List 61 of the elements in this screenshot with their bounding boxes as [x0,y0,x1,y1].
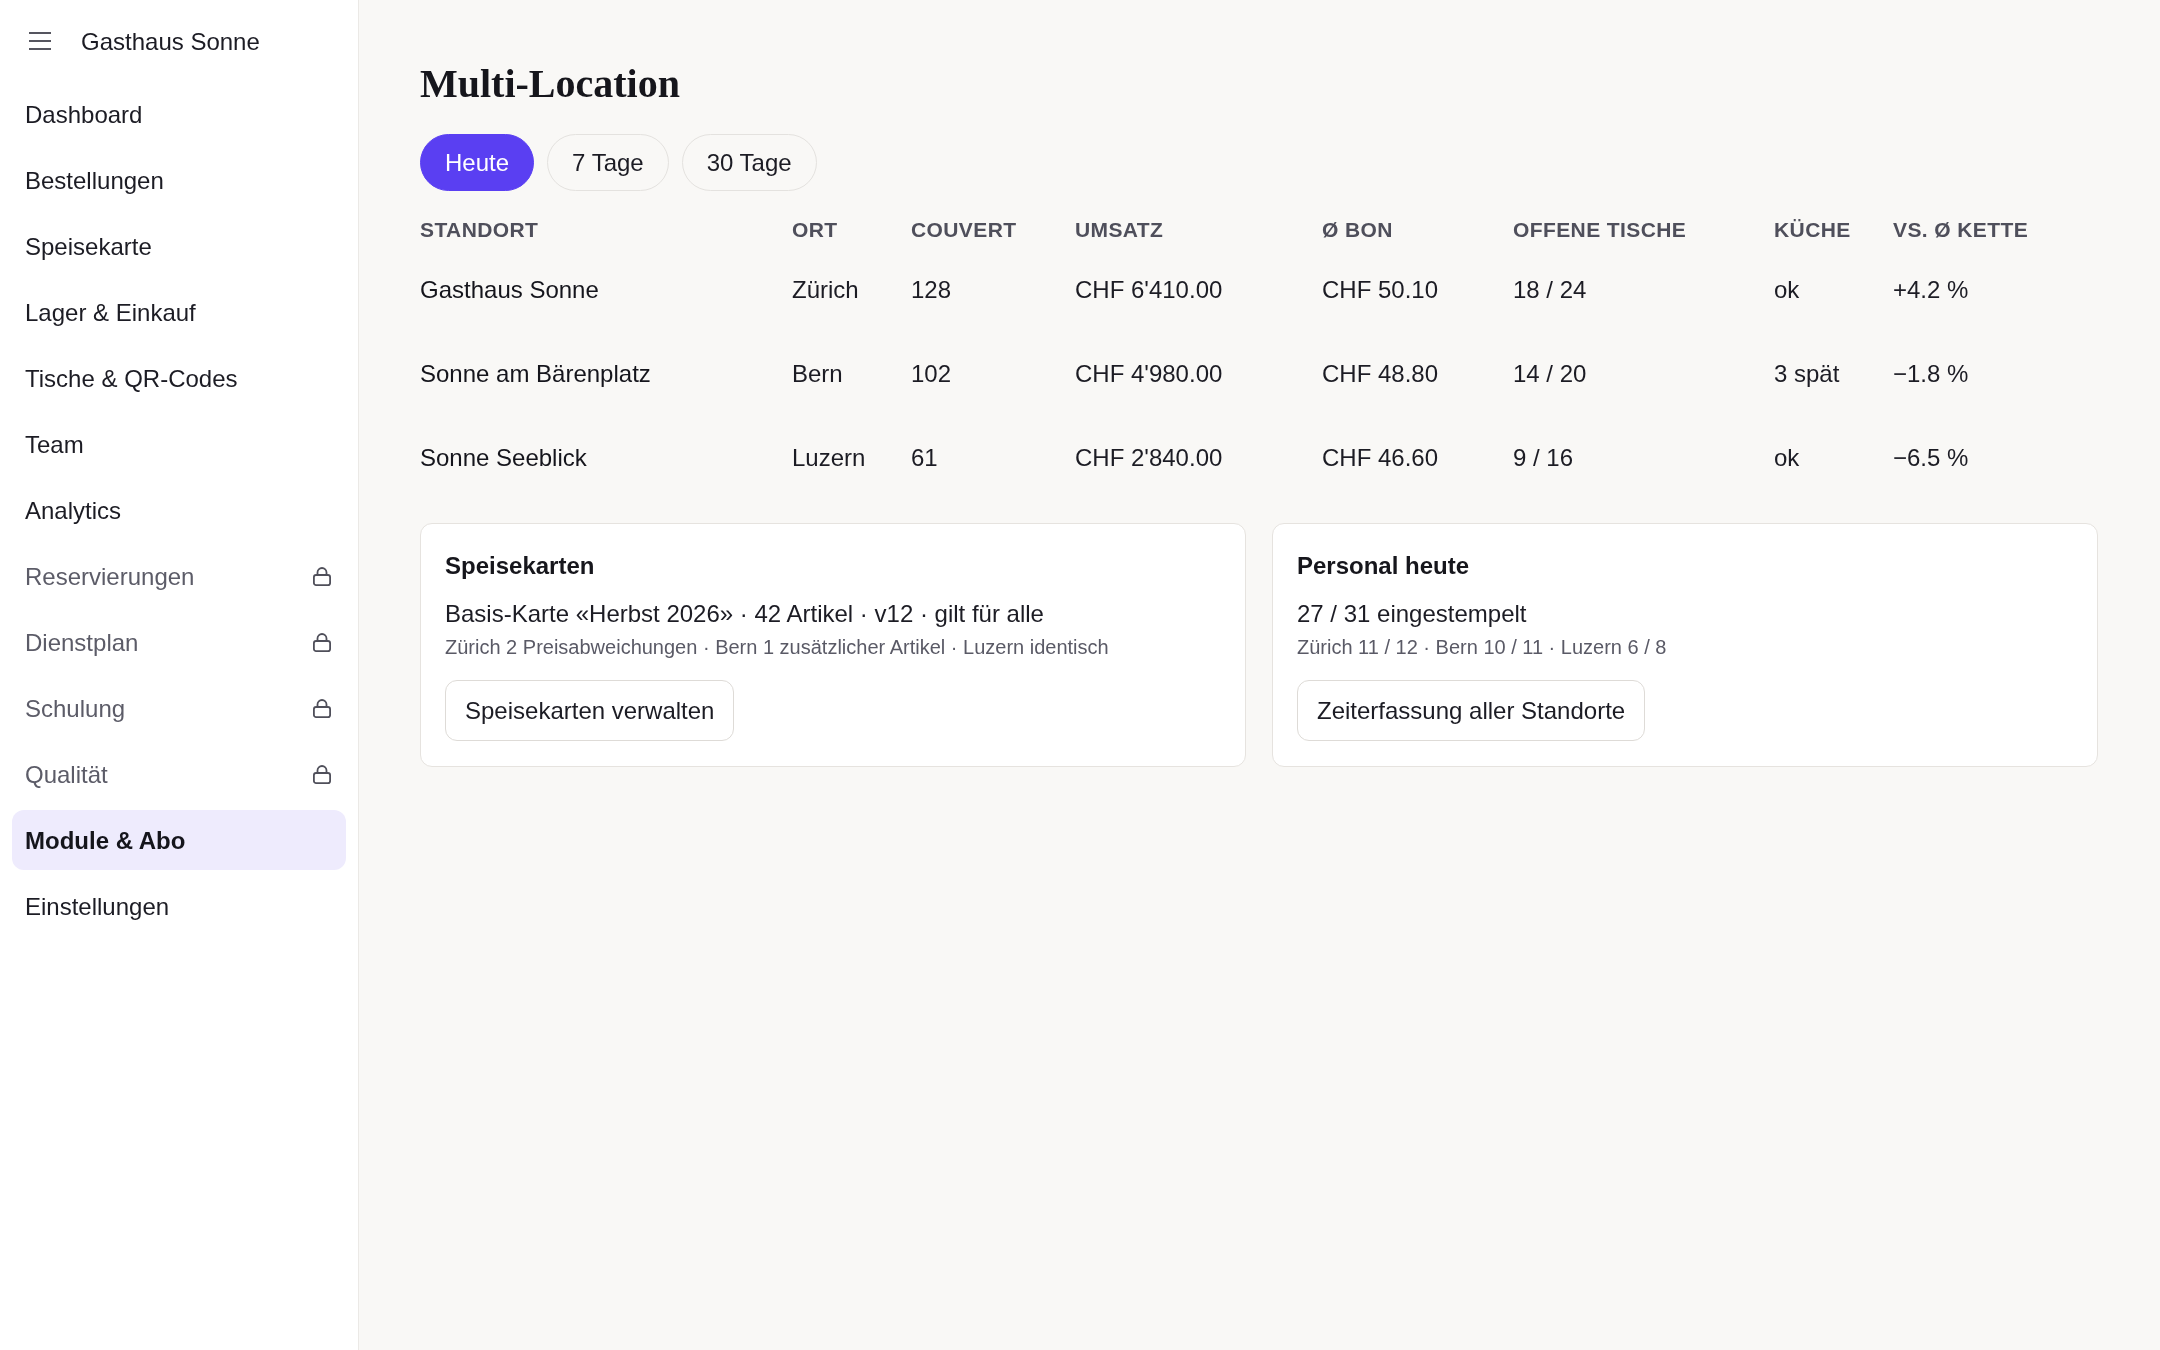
lock-icon [312,566,332,586]
page-title: Multi-Location [420,60,681,108]
sidebar-item[interactable]: Team [12,414,346,474]
sidebar-item[interactable]: Bestellungen [12,150,346,210]
table-cell: 14 / 20 [1513,358,1587,388]
sidebar-item[interactable]: Analytics [12,480,346,540]
card-title: Personal heute [1297,551,1470,580]
brand-name: Gasthaus Sonne [81,26,260,56]
sidebar-item[interactable]: Lager & Einkauf [12,282,346,342]
sidebar-item[interactable]: Reservierungen [12,546,346,606]
sidebar-item[interactable]: Schulung [12,678,346,738]
table-cell: 102 [911,358,952,388]
table-cell: Zürich [792,274,859,304]
lock-icon [312,764,332,784]
column-header: STANDORT [420,216,539,242]
column-header: KÜCHE [1774,216,1851,242]
table-cell: 9 / 16 [1513,442,1574,472]
table-cell: CHF 48.80 [1322,358,1439,388]
table-cell: Gasthaus Sonne [420,274,599,304]
sidebar-item[interactable]: Tische & QR-Codes [12,348,346,408]
card-title: Speisekarten [445,551,595,580]
card-summary: 27 / 31 eingestempelt [1297,599,1527,628]
table-cell: 3 spät [1774,358,1840,388]
table-cell: CHF 6'410.00 [1075,274,1223,304]
column-header: COUVERT [911,216,1017,242]
period-tab[interactable]: Heute [420,134,535,191]
sidebar-item[interactable]: Dashboard [12,84,346,144]
table-cell: 61 [911,442,938,472]
sidebar-item[interactable]: Einstellungen [12,876,346,936]
card-detail: Zürich 2 Preisabweichungen · Bern 1 zusätzlicher Artikel · Luzern identisch [445,635,1109,659]
table-cell: Bern [792,358,843,388]
sidebar-item[interactable]: Dienstplan [12,612,346,672]
card-summary: Basis-Karte «Herbst 2026» · 42 Artikel · v12 · gilt für alle [445,599,1044,628]
card-action-button[interactable]: Zeiterfassung aller Standorte [1297,680,1646,741]
menu-icon[interactable] [29,31,51,51]
table-cell: Luzern [792,442,866,472]
table-cell: CHF 2'840.00 [1075,442,1223,472]
table-cell: Sonne am Bärenplatz [420,358,651,388]
column-header: Ø BON [1322,216,1393,242]
table-cell: +4.2 % [1893,274,1969,304]
table-cell: Sonne Seeblick [420,442,587,472]
table-cell: −6.5 % [1893,442,1969,472]
card-action-button[interactable]: Speisekarten verwalten [445,680,735,741]
table-cell: 18 / 24 [1513,274,1587,304]
table-cell: ok [1774,442,1800,472]
column-header: UMSATZ [1075,216,1164,242]
sidebar-item[interactable]: Speisekarte [12,216,346,276]
column-header: ORT [792,216,838,242]
table-cell: CHF 4'980.00 [1075,358,1223,388]
column-header: VS. Ø KETTE [1893,216,2029,242]
table-cell: ok [1774,274,1800,304]
lock-icon [312,632,332,652]
column-header: OFFENE TISCHE [1513,216,1687,242]
lock-icon [312,698,332,718]
table-cell: CHF 46.60 [1322,442,1439,472]
card-detail: Zürich 11 / 12 · Bern 10 / 11 · Luzern 6 / 8 [1297,635,1667,659]
sidebar-item[interactable]: Qualität [12,744,346,804]
sidebar-item[interactable]: Module & Abo [12,810,346,870]
table-cell: CHF 50.10 [1322,274,1439,304]
table-cell: −1.8 % [1893,358,1969,388]
table-cell: 128 [911,274,952,304]
